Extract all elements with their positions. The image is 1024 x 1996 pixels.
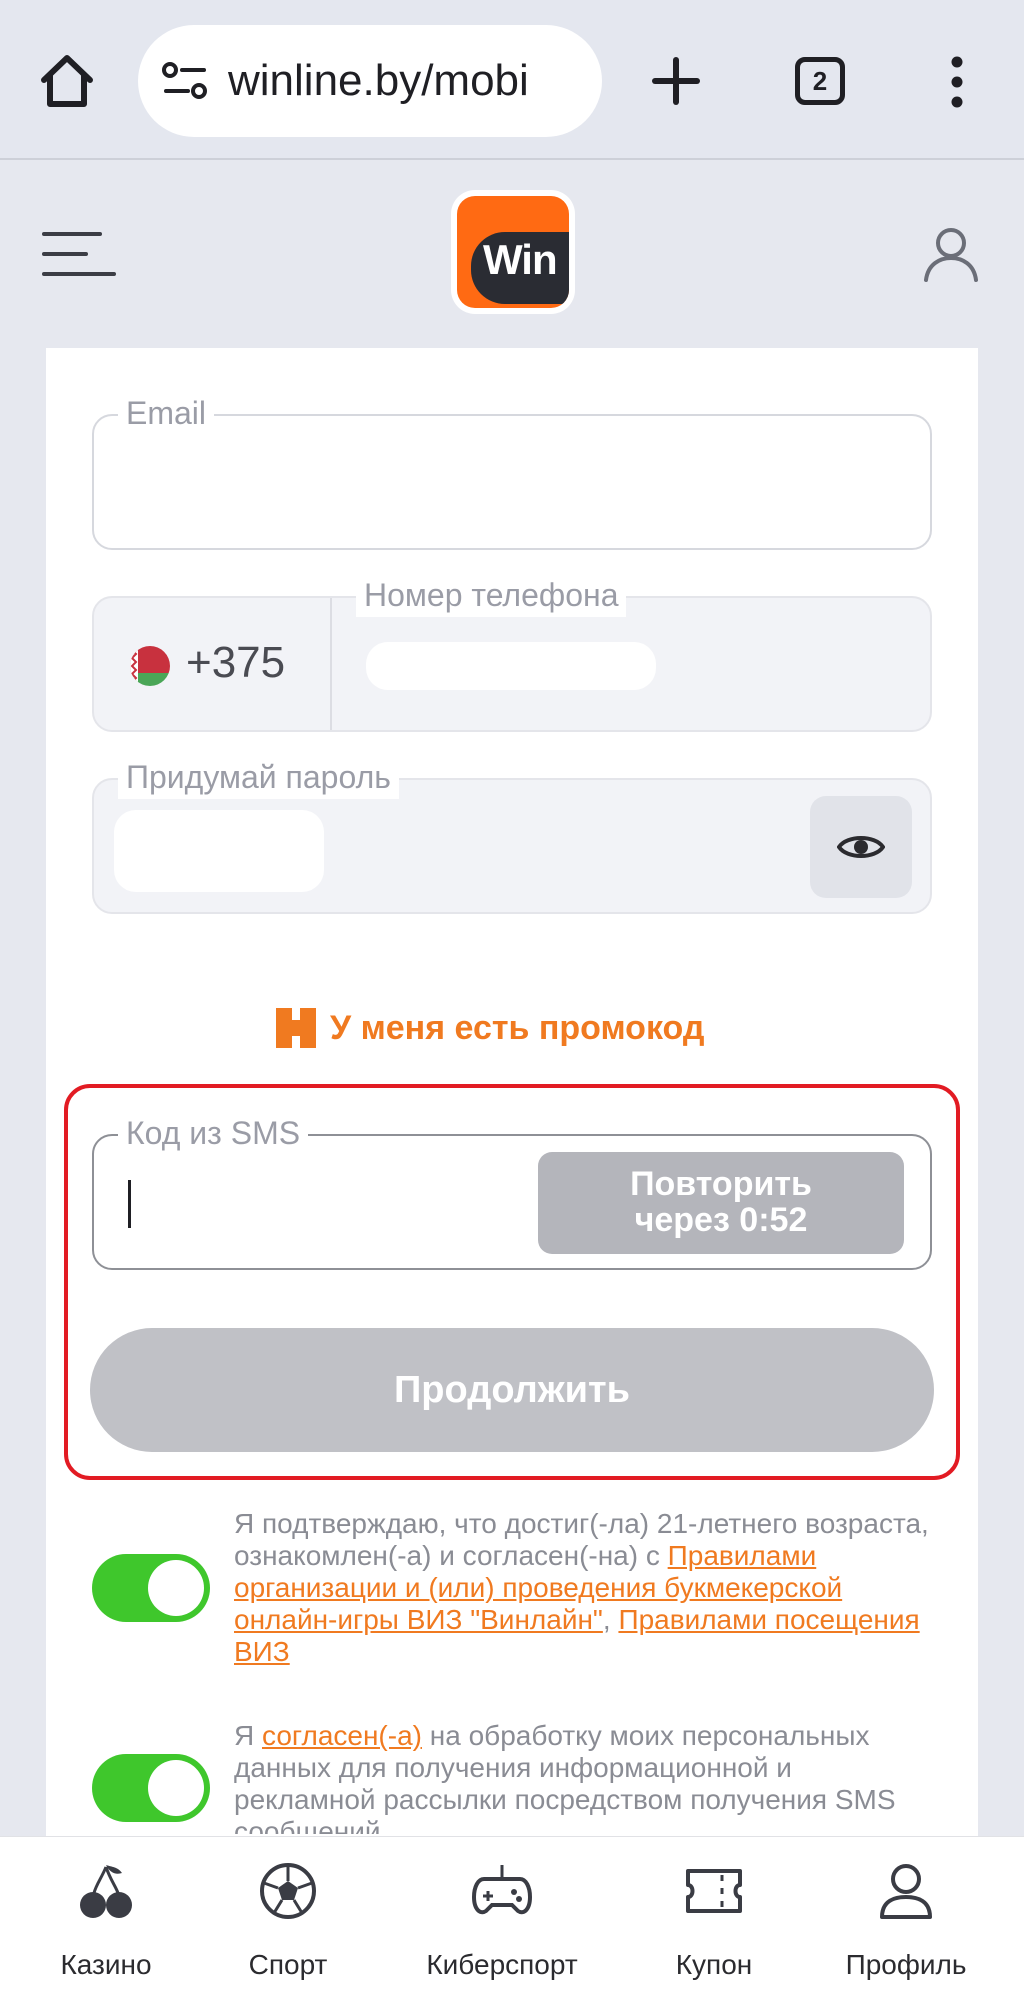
nav-esport[interactable]: Киберспорт: [402, 1837, 602, 1996]
winline-logo[interactable]: Win: [451, 190, 575, 314]
ticket-icon: [686, 1869, 742, 1913]
tab-switcher-button[interactable]: 2: [795, 57, 845, 105]
nav-casino[interactable]: Казино: [6, 1837, 206, 1996]
phone-field[interactable]: +375 Номер телефона: [92, 573, 932, 732]
show-password-button[interactable]: [810, 796, 912, 898]
nav-coupon[interactable]: Купон: [614, 1837, 814, 1996]
phone-label: Номер телефона: [356, 573, 627, 617]
nav-profile[interactable]: Профиль: [806, 1837, 1006, 1996]
email-field[interactable]: Email: [92, 391, 932, 550]
sms-code-input[interactable]: Код из SMS Повторить через 0:52: [92, 1111, 932, 1270]
soccer-ball-icon: [260, 1863, 316, 1919]
nav-label-esport: Киберспорт: [426, 1949, 578, 1980]
nav-label-casino: Казино: [60, 1949, 152, 1980]
agree-link[interactable]: согласен(-а): [262, 1720, 422, 1751]
url-text: winline.by/mobi: [228, 56, 529, 105]
marketing-consent-toggle[interactable]: [92, 1754, 210, 1822]
consent-text: Я: [234, 1720, 262, 1751]
promo-code-toggle[interactable]: У меня есть промокод: [276, 998, 704, 1058]
country-code-selector[interactable]: +375: [94, 598, 332, 730]
bottom-navigation: Казино Спорт Киберспорт Купон Профиль: [0, 1836, 1024, 1996]
age-rules-consent-text: Я подтверждаю, что достиг(-ла) 21-летнег…: [234, 1508, 934, 1668]
password-field[interactable]: Придумай пароль: [92, 755, 932, 914]
consent-separator: ,: [602, 1604, 619, 1635]
promo-icon: [276, 1008, 316, 1048]
user-icon[interactable]: [922, 226, 980, 282]
email-label: Email: [118, 391, 215, 435]
browser-toolbar: winline.by/mobi 2: [0, 0, 1024, 160]
sms-code-label: Код из SMS: [118, 1111, 309, 1155]
logo-text: Win: [483, 236, 558, 283]
nav-label-profile: Профиль: [845, 1949, 967, 1980]
menu-icon[interactable]: [42, 230, 116, 278]
cherries-icon: [80, 1865, 132, 1918]
marketing-consent-text: Я согласен(-а) на обработку моих персона…: [234, 1720, 934, 1834]
new-tab-icon[interactable]: [651, 56, 701, 106]
country-code: +375: [186, 638, 286, 687]
gamepad-icon: [472, 1865, 532, 1915]
consent-text: Я подтверждаю, что достиг(-ла) 21-летнег…: [234, 1508, 929, 1571]
phone-value-redacted: [366, 642, 656, 690]
sms-verification-highlight: Код из SMS Повторить через 0:52 Продолжи…: [64, 1084, 960, 1480]
resend-timer: через 0:52: [634, 1201, 808, 1239]
nav-label-coupon: Купон: [675, 1949, 753, 1980]
nav-sport[interactable]: Спорт: [188, 1837, 388, 1996]
nav-label-sport: Спорт: [248, 1949, 328, 1980]
eye-icon: [837, 836, 885, 858]
more-options-icon[interactable]: [945, 56, 969, 108]
registration-form: Email +375 Номер телефона Придумай парол…: [46, 348, 978, 1848]
home-icon[interactable]: [38, 52, 96, 110]
continue-button[interactable]: Продолжить: [90, 1328, 934, 1452]
site-header: Win: [0, 160, 1024, 348]
age-rules-consent-toggle[interactable]: [92, 1554, 210, 1622]
resend-line-1: Повторить: [630, 1165, 812, 1203]
address-bar[interactable]: winline.by/mobi: [138, 25, 602, 137]
password-label: Придумай пароль: [118, 755, 399, 799]
profile-icon: [880, 1864, 932, 1919]
password-value-redacted: [114, 810, 324, 892]
promo-label: У меня есть промокод: [330, 1008, 705, 1047]
site-settings-icon[interactable]: [162, 61, 208, 101]
text-cursor: [128, 1180, 131, 1228]
belarus-flag-icon: [130, 646, 170, 686]
resend-code-button[interactable]: Повторить через 0:52: [538, 1152, 904, 1254]
